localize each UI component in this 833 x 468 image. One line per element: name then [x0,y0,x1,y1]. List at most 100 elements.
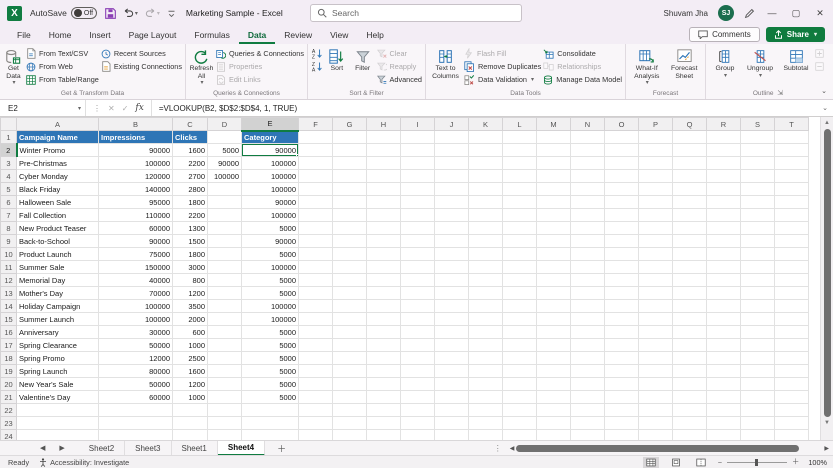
data-validation-button[interactable]: Data Validation ▾ [464,73,541,86]
cell-Q4[interactable] [672,169,707,183]
cell-D19[interactable] [207,364,242,378]
cell-N18[interactable] [570,351,605,365]
cell-S10[interactable] [740,247,775,261]
cell-H6[interactable] [366,195,401,209]
splitter-dots-icon[interactable]: ⋮ [494,444,502,453]
cell-Q23[interactable] [672,416,707,430]
cell-E19[interactable]: 5000 [241,364,299,378]
next-sheet-icon[interactable]: ▶ [59,444,64,452]
enter-icon[interactable]: ✓ [122,104,129,113]
cell-B1[interactable]: Impressions [98,130,173,144]
column-header-I[interactable]: I [400,117,435,131]
cell-A18[interactable]: Spring Promo [16,351,99,365]
cell-F16[interactable] [298,325,333,339]
cell-Q18[interactable] [672,351,707,365]
cell-A1[interactable]: Campaign Name [16,130,99,144]
cell-T9[interactable] [774,234,809,248]
cell-M15[interactable] [536,312,571,326]
cell-A22[interactable] [16,403,99,417]
row-header-13[interactable]: 13 [0,286,17,300]
cell-L16[interactable] [502,325,537,339]
cell-J14[interactable] [434,299,469,313]
cell-B14[interactable]: 100000 [98,299,173,313]
cell-R10[interactable] [706,247,741,261]
cell-O3[interactable] [604,156,639,170]
cell-L19[interactable] [502,364,537,378]
zoom-slider-thumb[interactable] [755,458,759,466]
get-data-button[interactable]: Get Data ▾ [3,46,24,88]
cell-M17[interactable] [536,338,571,352]
collapse-ribbon-icon[interactable]: ⌄ [821,87,827,95]
queries-connections-button[interactable]: Queries & Connections [216,47,304,60]
cell-K7[interactable] [468,208,503,222]
cell-P19[interactable] [638,364,673,378]
cell-G8[interactable] [332,221,367,235]
cell-I15[interactable] [400,312,435,326]
cell-Q24[interactable] [672,429,707,440]
cell-N3[interactable] [570,156,605,170]
row-header-10[interactable]: 10 [0,247,17,261]
cell-Q17[interactable] [672,338,707,352]
column-header-F[interactable]: F [298,117,333,131]
horizontal-scrollbar[interactable] [516,444,816,453]
row-header-15[interactable]: 15 [0,312,17,326]
cell-N19[interactable] [570,364,605,378]
cell-F22[interactable] [298,403,333,417]
cell-I21[interactable] [400,390,435,404]
column-header-H[interactable]: H [366,117,401,131]
cell-H12[interactable] [366,273,401,287]
cell-J13[interactable] [434,286,469,300]
cell-K14[interactable] [468,299,503,313]
cell-R2[interactable] [706,143,741,157]
horizontal-scroll-thumb[interactable] [516,445,800,452]
cell-B5[interactable]: 140000 [98,182,173,196]
cell-N14[interactable] [570,299,605,313]
cell-Q20[interactable] [672,377,707,391]
cell-C14[interactable]: 3500 [172,299,208,313]
cell-H15[interactable] [366,312,401,326]
cell-B3[interactable]: 100000 [98,156,173,170]
cell-Q8[interactable] [672,221,707,235]
cell-O9[interactable] [604,234,639,248]
cell-H16[interactable] [366,325,401,339]
row-header-11[interactable]: 11 [0,260,17,274]
zoom-out-button[interactable]: − [718,458,722,467]
tab-file[interactable]: File [8,27,40,44]
cell-Q15[interactable] [672,312,707,326]
row-header-2[interactable]: 2 [0,143,18,157]
cell-H10[interactable] [366,247,401,261]
cell-L4[interactable] [502,169,537,183]
cell-F4[interactable] [298,169,333,183]
cell-Q22[interactable] [672,403,707,417]
cell-B13[interactable]: 70000 [98,286,173,300]
cell-D4[interactable]: 100000 [207,169,242,183]
cell-P15[interactable] [638,312,673,326]
cell-Q6[interactable] [672,195,707,209]
cell-T19[interactable] [774,364,809,378]
cell-G19[interactable] [332,364,367,378]
cell-S1[interactable] [740,130,775,144]
cell-K1[interactable] [468,130,503,144]
cell-D9[interactable] [207,234,242,248]
cell-O5[interactable] [604,182,639,196]
cell-T22[interactable] [774,403,809,417]
cell-G16[interactable] [332,325,367,339]
cell-N17[interactable] [570,338,605,352]
sort-button[interactable]: Sort [325,46,349,73]
row-header-17[interactable]: 17 [0,338,17,352]
cell-B7[interactable]: 110000 [98,208,173,222]
cell-D14[interactable] [207,299,242,313]
cell-B2[interactable]: 90000 [98,143,173,157]
cell-M6[interactable] [536,195,571,209]
cell-A19[interactable]: Spring Launch [16,364,99,378]
cell-J20[interactable] [434,377,469,391]
cell-H19[interactable] [366,364,401,378]
cell-P1[interactable] [638,130,673,144]
cell-B20[interactable]: 50000 [98,377,173,391]
column-header-R[interactable]: R [706,117,741,131]
cell-E4[interactable]: 100000 [241,169,299,183]
cell-M12[interactable] [536,273,571,287]
cell-A2[interactable]: Winter Promo [16,143,99,157]
group-button[interactable]: Group ▾ [709,46,741,80]
cell-E15[interactable]: 100000 [241,312,299,326]
